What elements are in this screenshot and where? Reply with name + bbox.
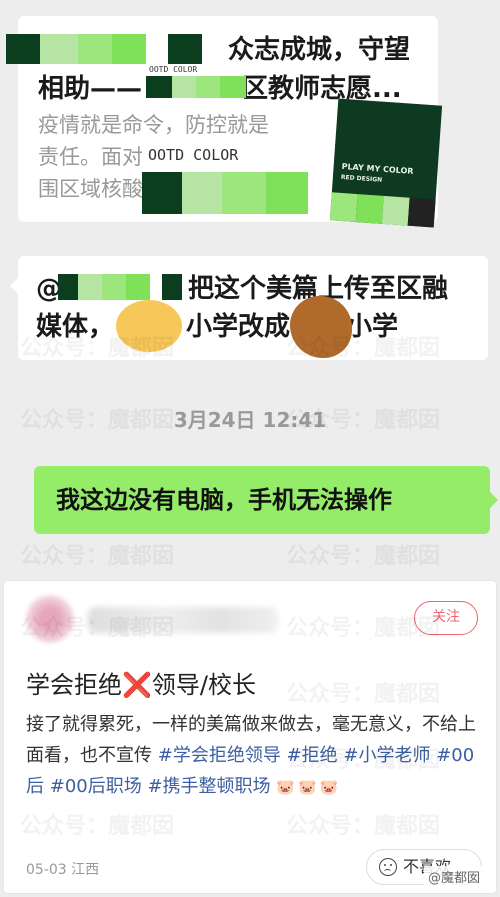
sad-face-icon (379, 858, 397, 876)
hashtag-link[interactable]: #携手整顿职场 (147, 776, 270, 797)
pig-emoji-icons: 🐷🐷🐷 (276, 778, 342, 796)
message2-line2: 媒体， 小学改成 小学 (36, 312, 399, 342)
censor-emoji-blob (116, 300, 182, 352)
hashtag-link[interactable]: #学会拒绝领导 (158, 745, 281, 766)
social-post-card: 关注 学会拒绝❌领导/校长 接了就得累死，一样的美篇做来做去，毫无意义，不给上面… (3, 580, 497, 894)
hashtag-link[interactable]: #00后职场 (50, 776, 142, 797)
censor-color-sticker (146, 76, 246, 98)
censor-color-sticker (6, 34, 202, 64)
cross-mark-icon: ❌ (122, 671, 152, 699)
watermark-text: 公众号：魔都囡 (286, 544, 441, 569)
follow-button[interactable]: 关注 (414, 601, 478, 635)
article-title-line1: 众志成城，守望 (228, 35, 411, 65)
watermark-text: 公众号：魔都囡 (20, 544, 175, 569)
censor-color-sticker (58, 274, 182, 300)
chat-timestamp: 3月24日 12:41 (173, 408, 327, 432)
hashtag-link[interactable]: #小学老师 (343, 745, 430, 766)
ootd-sticker-label: OOTD COLOR (142, 144, 245, 166)
censor-emoji-blob (290, 296, 352, 358)
source-watermark: @魔都囡 (423, 866, 484, 887)
post-title: 学会拒绝❌领导/校长 (26, 671, 256, 699)
sent-message-bubble[interactable]: 我这边没有电脑，手机无法操作 (34, 466, 498, 534)
avatar[interactable] (26, 595, 74, 643)
ootd-sticker-label: OOTD COLOR (146, 64, 201, 75)
text-message-bubble[interactable]: @ 把这个美篇上传至区融 媒体， 小学改成 小学 (10, 256, 488, 360)
hashtag-link[interactable]: #拒绝 (287, 745, 338, 766)
post-body: 接了就得累死，一样的美篇做来做去，毫无意义，不给上面看，也不宣传 #学会拒绝领导… (26, 709, 476, 803)
post-date-location: 05-03 江西 (26, 862, 100, 878)
blurred-username[interactable] (88, 607, 278, 633)
play-my-color-sticker: PLAY MY COLOR RED DESIGN (329, 98, 443, 228)
censor-color-sticker (142, 172, 308, 214)
